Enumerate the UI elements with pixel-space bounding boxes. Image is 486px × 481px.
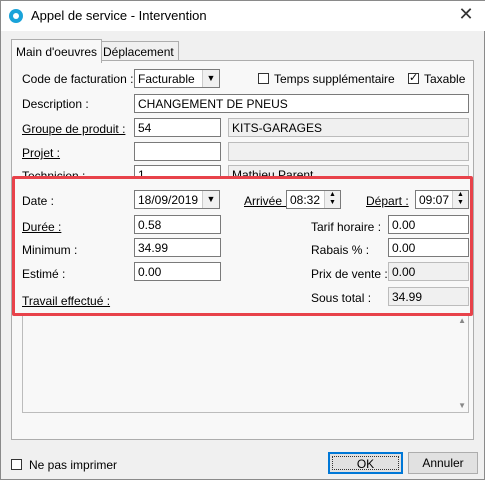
projet-name	[228, 142, 469, 161]
dialog-window: Appel de service - Intervention ✕ Main d…	[0, 0, 485, 480]
taxable-checkbox[interactable]: ✓	[408, 73, 419, 84]
focus-ring	[332, 456, 399, 470]
code-facturation-label: Code de facturation :	[22, 72, 134, 86]
arrivee-value: 08:32	[290, 193, 321, 207]
minimum-input[interactable]: 34.99	[134, 238, 221, 257]
spin-up-icon[interactable]: ▲	[329, 191, 336, 198]
tab-main-oeuvres[interactable]: Main d'oeuvres	[11, 39, 102, 63]
description-input[interactable]: CHANGEMENT DE PNEUS	[134, 94, 469, 113]
travail-effectue-label[interactable]: Travail effectué :	[22, 294, 110, 308]
tarif-horaire-label: Tarif horaire :	[311, 220, 382, 234]
temps-supp-label: Temps supplémentaire	[274, 72, 395, 86]
projet-code-input[interactable]	[134, 142, 221, 161]
duree-label[interactable]: Durée :	[22, 220, 61, 234]
scroll-up-icon[interactable]: ▲	[458, 316, 466, 325]
check-icon: ✓	[409, 72, 419, 84]
date-label: Date :	[22, 194, 55, 208]
rabais-input[interactable]: 0.00	[388, 238, 469, 257]
app-icon	[9, 9, 23, 23]
annuler-button[interactable]: Annuler	[408, 452, 478, 474]
groupe-produit-name: KITS-GARAGES	[228, 118, 469, 137]
arrivee-spinner[interactable]: ▲ ▼	[324, 191, 340, 208]
sous-total-label: Sous total :	[311, 291, 372, 305]
arrivee-label[interactable]: Arrivée :	[244, 194, 289, 208]
duree-input[interactable]: 0.58	[134, 215, 221, 234]
ne-pas-imprimer-checkbox[interactable]	[11, 459, 22, 470]
scroll-down-icon[interactable]: ▼	[458, 401, 466, 410]
window-title: Appel de service - Intervention	[31, 8, 207, 23]
code-facturation-select[interactable]: Facturable ▼	[134, 69, 220, 88]
groupe-produit-code-input[interactable]: 54	[134, 118, 221, 137]
temps-supp-checkbox[interactable]	[258, 73, 269, 84]
taxable-label: Taxable	[424, 72, 466, 86]
depart-value: 09:07	[419, 193, 450, 207]
title-bar: Appel de service - Intervention ✕	[1, 1, 485, 31]
projet-label[interactable]: Projet :	[22, 146, 60, 160]
date-value: 18/09/2019	[138, 193, 199, 207]
ne-pas-imprimer-label: Ne pas imprimer	[29, 458, 118, 472]
estime-input[interactable]: 0.00	[134, 262, 221, 281]
sous-total-value: 34.99	[388, 287, 469, 306]
prix-vente-value: 0.00	[388, 262, 469, 281]
calendar-dropdown-icon[interactable]: ▼	[202, 191, 219, 208]
rabais-label: Rabais % :	[311, 243, 370, 257]
spin-up-icon[interactable]: ▲	[457, 191, 464, 198]
date-picker[interactable]: 18/09/2019 ▼	[134, 190, 220, 209]
ok-button[interactable]: OK	[328, 452, 403, 474]
depart-label[interactable]: Départ :	[366, 194, 409, 208]
estime-label: Estimé :	[22, 267, 66, 281]
description-label: Description :	[22, 97, 89, 111]
chevron-down-icon[interactable]: ▼	[202, 70, 219, 87]
depart-time-input[interactable]: 09:07 ▲ ▼	[415, 190, 469, 209]
spin-down-icon[interactable]: ▼	[329, 199, 336, 206]
tab-deplacement[interactable]: Déplacement	[98, 41, 179, 62]
prix-vente-label: Prix de vente :	[311, 267, 388, 281]
travail-effectue-textarea[interactable]: ▲ ▼	[22, 313, 469, 413]
code-facturation-value: Facturable	[138, 72, 195, 86]
close-icon[interactable]: ✕	[455, 4, 477, 25]
arrivee-time-input[interactable]: 08:32 ▲ ▼	[286, 190, 341, 209]
minimum-label: Minimum :	[22, 243, 78, 257]
spin-down-icon[interactable]: ▼	[457, 199, 464, 206]
tarif-horaire-input[interactable]: 0.00	[388, 215, 469, 234]
depart-spinner[interactable]: ▲ ▼	[452, 191, 468, 208]
groupe-produit-label[interactable]: Groupe de produit :	[22, 122, 125, 136]
